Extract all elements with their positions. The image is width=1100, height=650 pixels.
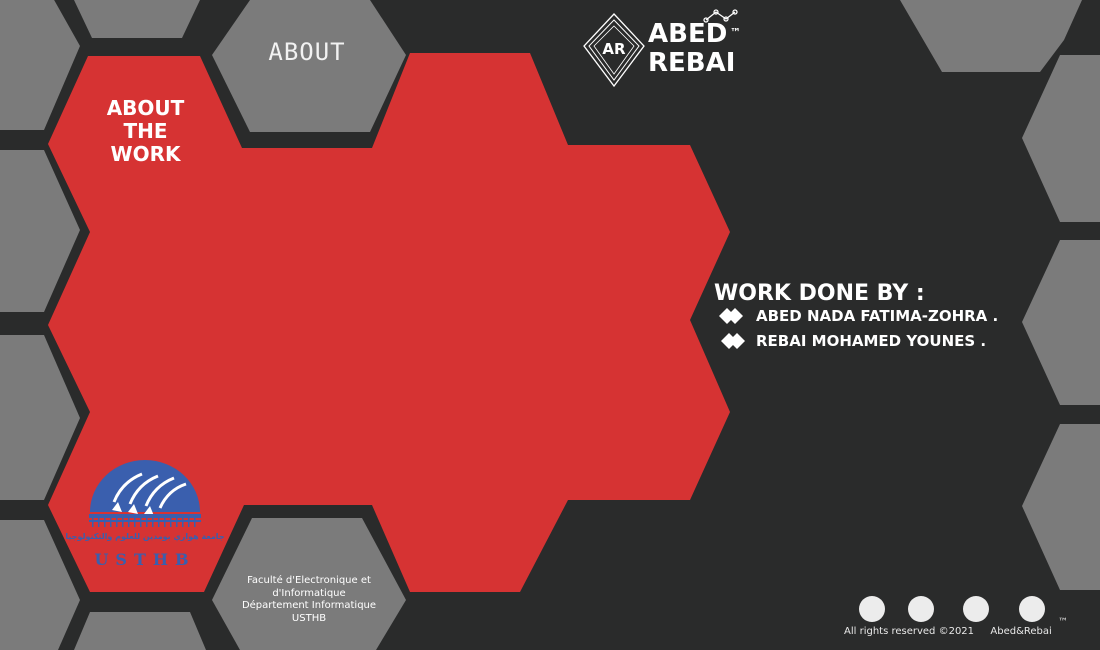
author-item: ABED NADA FATIMA-ZOHRA . xyxy=(740,305,998,327)
author-name: ABED NADA FATIMA-ZOHRA . xyxy=(756,307,999,325)
usthb-arabic-name: جامعة هواري بومدين للعلوم والتكنولوجيا xyxy=(65,532,224,541)
nav-dot-2[interactable] xyxy=(908,596,934,622)
footer-rights: All rights reserved ©2021 xyxy=(844,626,975,637)
brand-trademark: ™ xyxy=(730,26,741,39)
usthb-latin-name: USTHB xyxy=(94,550,195,569)
grey-hexagon xyxy=(1022,424,1100,590)
section-title-line: WORK xyxy=(110,142,181,166)
work-done-by-heading: WORK DONE BY : xyxy=(714,281,925,306)
grey-hexagon xyxy=(74,612,206,650)
grey-hexagon xyxy=(1022,240,1100,405)
grey-hexagon xyxy=(900,0,1082,72)
brand-name-line: REBAI xyxy=(648,48,736,78)
brand-monogram: AR xyxy=(602,40,626,58)
faculty-line: USTHB xyxy=(291,612,327,624)
footer-note: All rights reserved ©2021 Abed&Rebai xyxy=(844,626,1052,637)
grey-hexagon xyxy=(1022,55,1100,222)
footer-trademark: ™ xyxy=(1058,617,1068,628)
author-name: REBAI MOHAMED YOUNES . xyxy=(756,332,987,350)
nav-dot-4[interactable] xyxy=(1019,596,1045,622)
brand-name-line: ABED xyxy=(648,19,728,49)
about-tab[interactable]: ABOUT xyxy=(232,38,382,66)
faculty-line: Département Informatique xyxy=(241,600,377,611)
slide-canvas: AR جامعة هواري بومدين للعلوم والتكنولوجي… xyxy=(0,0,1100,650)
grey-hexagon xyxy=(74,0,200,38)
brand-name: ABED REBAI xyxy=(648,20,735,78)
about-hexagon[interactable] xyxy=(212,0,406,132)
section-title: ABOUT THE WORK xyxy=(88,97,203,166)
section-title-line: ABOUT xyxy=(106,96,185,120)
nav-dot-1[interactable] xyxy=(859,596,885,622)
faculty-line: Faculté d'Electronique et xyxy=(247,575,371,586)
faculty-info: Faculté d'Electronique et d'Informatique… xyxy=(226,575,392,625)
faculty-line: d'Informatique xyxy=(272,587,346,599)
author-item: REBAI MOHAMED YOUNES . xyxy=(740,330,986,352)
nav-dot-3[interactable] xyxy=(963,596,989,622)
section-title-line: THE xyxy=(123,119,168,143)
footer-owner: Abed&Rebai xyxy=(990,626,1052,637)
